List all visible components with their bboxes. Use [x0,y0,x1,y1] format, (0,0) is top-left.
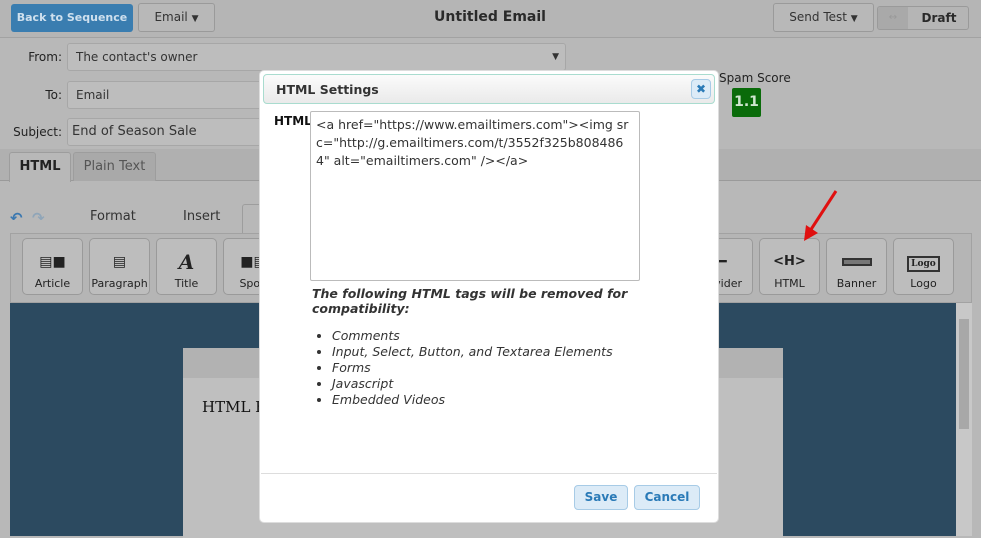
scrollbar[interactable] [956,303,972,536]
html-icon: <H> [773,254,806,269]
send-test-label: Send Test [789,10,847,24]
from-label: From: [28,50,62,64]
block-label: Title [174,277,199,290]
email-type-dropdown[interactable]: Email ▼ [138,3,215,32]
tab-insert[interactable]: Insert [183,209,220,224]
spam-score-badge: 1.1 [732,88,761,117]
email-type-label: Email [154,10,188,24]
send-test-button[interactable]: Send Test ▼ [773,3,874,32]
scrollbar-thumb[interactable] [959,319,969,429]
list-item: Comments [332,328,632,344]
arrows-icon: ↔ [878,7,908,29]
removed-tags-list: Comments Input, Select, Button, and Text… [332,328,632,408]
article-icon: ▤■ [39,254,66,270]
top-bar: Back to Sequence Email ▼ Untitled Email … [0,0,981,38]
cancel-button[interactable]: Cancel [634,485,700,510]
status-toggle[interactable]: ↔ Draft [877,6,969,30]
block-article[interactable]: ▤■ Article [22,238,83,295]
draft-status: Draft [921,11,957,25]
from-select[interactable]: The contact's owner ▼ [67,43,566,71]
tab-html[interactable]: HTML [9,152,71,182]
block-label: Paragraph [91,277,148,290]
compatibility-note: The following HTML tags will be removed … [312,286,632,408]
block-label: HTML [774,277,805,290]
logo-icon: Logo [894,247,953,277]
html-field-label: HTML [274,114,312,128]
dialog-divider [261,473,717,474]
dialog-title: HTML Settings [276,82,379,97]
page-title: Untitled Email [434,9,546,25]
html-settings-dialog: HTML Settings ✖ HTML <a href="https://ww… [259,70,719,523]
html-textarea[interactable]: <a href="https://www.emailtimers.com"><i… [310,111,640,281]
paragraph-icon: ▤ [112,254,127,270]
block-logo[interactable]: Logo Logo [893,238,954,295]
html-block[interactable]: HTML E [202,398,266,416]
undo-icon[interactable]: ↶ [10,209,23,227]
list-item: Input, Select, Button, and Textarea Elem… [332,344,632,360]
chevron-down-icon: ▼ [850,14,858,24]
close-icon[interactable]: ✖ [691,79,711,99]
note-text: The following HTML tags will be removed … [312,286,628,316]
spam-score-label: Spam Score [719,71,791,85]
from-value: The contact's owner [76,50,198,64]
list-item: Embedded Videos [332,392,632,408]
list-item: Javascript [332,376,632,392]
to-field[interactable]: Email [67,81,267,109]
chevron-down-icon: ▼ [191,14,199,24]
block-label: Banner [836,277,877,290]
back-to-sequence-button[interactable]: Back to Sequence [11,4,133,32]
block-label: Logo [910,277,937,290]
block-title[interactable]: A Title [156,238,217,295]
list-item: Forms [332,360,632,376]
save-button[interactable]: Save [574,485,628,510]
tab-format[interactable]: Format [90,209,136,224]
redo-icon[interactable]: ↷ [32,209,45,227]
subject-field[interactable]: End of Season Sale [67,118,267,146]
dialog-header: HTML Settings ✖ [263,74,715,104]
subject-label: Subject: [13,125,62,139]
tab-plain-text[interactable]: Plain Text [73,152,156,181]
red-arrow-annotation [804,190,838,241]
chevron-down-icon: ▼ [552,52,559,62]
block-paragraph[interactable]: ▤ Paragraph [89,238,150,295]
title-icon: A [178,250,195,274]
block-label: Article [34,277,71,290]
banner-icon [827,247,886,277]
to-label: To: [45,88,62,102]
